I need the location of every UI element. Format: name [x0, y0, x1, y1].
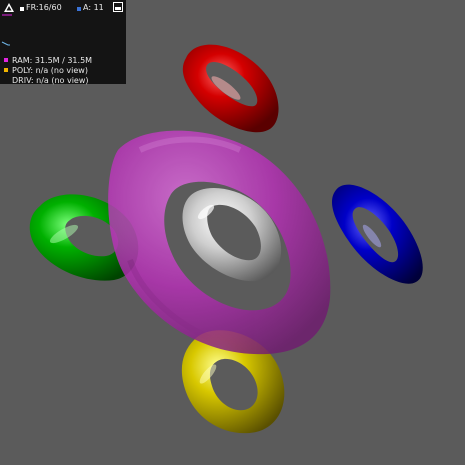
red-torus[interactable] [182, 44, 279, 133]
3d-viewport[interactable]: FR:16/60 A: 11 RAM: 31.5M / 31.5M POLY: … [0, 0, 465, 465]
driv-swatch [4, 78, 8, 82]
window-toggle-icon[interactable] [113, 2, 123, 12]
anim-swatch [77, 7, 81, 11]
poly-swatch [4, 68, 8, 72]
poly-stat: POLY: n/a (no view) [4, 66, 88, 75]
magenta-transparent-torus[interactable] [108, 130, 331, 355]
poly-text: POLY: n/a (no view) [12, 66, 88, 75]
blue-torus[interactable] [332, 184, 423, 284]
fps-graph-line [1, 41, 10, 46]
stats-panel: FR:16/60 A: 11 RAM: 31.5M / 31.5M POLY: … [0, 0, 126, 85]
ram-text: RAM: 31.5M / 31.5M [12, 56, 93, 65]
ram-swatch [4, 58, 8, 62]
triangle-logo-icon [4, 3, 14, 12]
stats-header: FR:16/60 A: 11 [3, 2, 123, 14]
anim-readout: A: 11 [83, 3, 104, 12]
fps-swatch [20, 7, 24, 11]
driv-stat: DRIV: n/a (no view) [4, 76, 89, 85]
ram-stat: RAM: 31.5M / 31.5M [4, 56, 92, 65]
driv-text: DRIV: n/a (no view) [12, 76, 89, 85]
performance-graph [1, 14, 12, 46]
fps-readout: FR:16/60 [26, 3, 62, 12]
